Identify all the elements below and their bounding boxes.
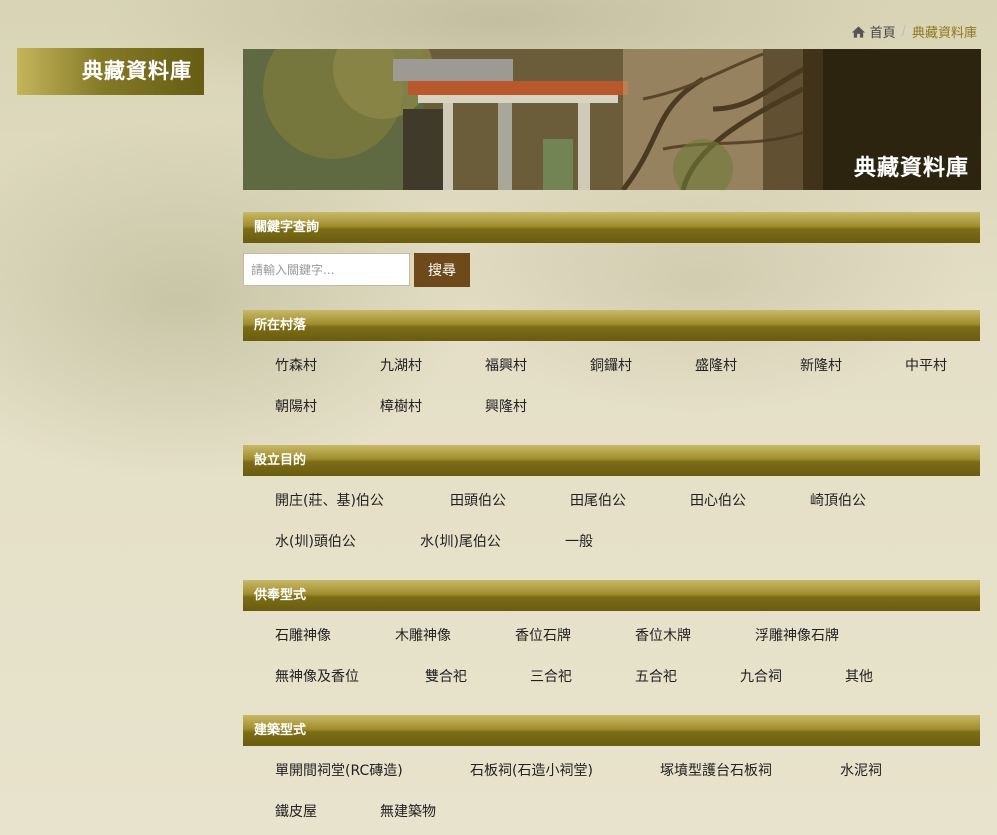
village-link[interactable]: 朝陽村 (275, 396, 317, 416)
purpose-link[interactable]: 一般 (565, 531, 593, 551)
purpose-link[interactable]: 田心伯公 (690, 490, 746, 510)
breadcrumb-separator: / (901, 24, 906, 39)
village-link[interactable]: 樟樹村 (380, 396, 422, 416)
village-link[interactable]: 竹森村 (275, 355, 317, 375)
purpose-link[interactable]: 開庄(莊、基)伯公 (275, 490, 384, 510)
section-villages: 所在村落 竹森村 九湖村 福興村 銅鑼村 盛隆村 新隆村 中平村 朝陽村 樟樹村… (243, 310, 980, 415)
section-header-villages: 所在村落 (243, 310, 980, 341)
search-input[interactable] (243, 253, 410, 286)
home-icon[interactable] (851, 25, 866, 39)
village-link[interactable]: 盛隆村 (695, 355, 737, 375)
village-link[interactable]: 新隆村 (800, 355, 842, 375)
worship-type-link[interactable]: 雙合祀 (425, 666, 467, 686)
building-type-link[interactable]: 單開間祠堂(RC磚造) (275, 760, 403, 780)
village-link[interactable]: 九湖村 (380, 355, 422, 375)
worship-type-link[interactable]: 九合祠 (740, 666, 782, 686)
purpose-link[interactable]: 崎頂伯公 (810, 490, 866, 510)
building-type-link[interactable]: 無建築物 (380, 801, 436, 821)
section-header-worship-types: 供奉型式 (243, 580, 980, 611)
purpose-link[interactable]: 田尾伯公 (570, 490, 626, 510)
banner-title: 典藏資料庫 (853, 156, 969, 181)
building-type-link[interactable]: 塚墳型護台石板祠 (660, 760, 772, 780)
section-header-building-types: 建築型式 (243, 715, 980, 746)
worship-type-link[interactable]: 石雕神像 (275, 625, 331, 645)
building-type-link[interactable]: 鐵皮屋 (275, 801, 317, 821)
breadcrumb: 首頁 / 典藏資料庫 (851, 22, 977, 41)
breadcrumb-home-link[interactable]: 首頁 (870, 22, 896, 41)
worship-type-link[interactable]: 其他 (845, 666, 873, 686)
section-keyword-search: 關鍵字查詢 (243, 212, 980, 243)
village-link[interactable]: 福興村 (485, 355, 527, 375)
sidebar-title: 典藏資料庫 (17, 48, 204, 95)
village-link[interactable]: 興隆村 (485, 396, 527, 416)
worship-type-link[interactable]: 香位木牌 (635, 625, 691, 645)
worship-type-link[interactable]: 香位石牌 (515, 625, 571, 645)
worship-type-link[interactable]: 無神像及香位 (275, 666, 359, 686)
purpose-link[interactable]: 田頭伯公 (450, 490, 506, 510)
building-type-link[interactable]: 石板祠(石造小祠堂) (470, 760, 593, 780)
village-link[interactable]: 中平村 (905, 355, 947, 375)
purpose-link[interactable]: 水(圳)頭伯公 (275, 531, 356, 551)
section-purposes: 設立目的 開庄(莊、基)伯公 田頭伯公 田尾伯公 田心伯公 崎頂伯公 水(圳)頭… (243, 445, 980, 550)
banner-image: 典藏資料庫 (243, 49, 981, 190)
village-link[interactable]: 銅鑼村 (590, 355, 632, 375)
worship-type-link[interactable]: 浮雕神像石牌 (755, 625, 839, 645)
worship-type-link[interactable]: 木雕神像 (395, 625, 451, 645)
section-worship-types: 供奉型式 石雕神像 木雕神像 香位石牌 香位木牌 浮雕神像石牌 無神像及香位 雙… (243, 580, 980, 685)
building-type-link[interactable]: 水泥祠 (840, 760, 882, 780)
breadcrumb-current: 典藏資料庫 (911, 26, 977, 41)
section-header-keyword: 關鍵字查詢 (243, 212, 980, 243)
worship-type-link[interactable]: 三合祀 (530, 666, 572, 686)
section-header-purposes: 設立目的 (243, 445, 980, 476)
purpose-link[interactable]: 水(圳)尾伯公 (420, 531, 501, 551)
search-button[interactable]: 搜尋 (414, 253, 470, 287)
section-building-types: 建築型式 單開間祠堂(RC磚造) 石板祠(石造小祠堂) 塚墳型護台石板祠 水泥祠… (243, 715, 980, 820)
worship-type-link[interactable]: 五合祀 (635, 666, 677, 686)
